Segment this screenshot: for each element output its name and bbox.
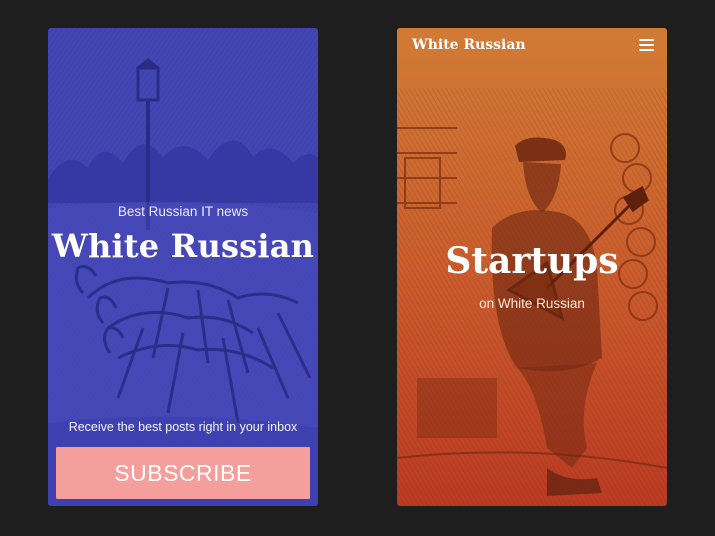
hamburger-menu-icon[interactable] [639,39,654,51]
subscribe-button[interactable]: SUBSCRIBE [56,447,310,499]
site-title: White Russian [51,227,315,265]
menu-bar [639,44,654,46]
category-subtitle: on White Russian [479,296,585,311]
category-screen: White Russian Startups on White Russian [397,28,667,506]
category-title: Startups [445,240,619,282]
menu-bar [639,39,654,41]
menu-bar [639,49,654,51]
brand-logo[interactable]: White Russian [412,37,526,53]
tagline: Best Russian IT news [117,204,249,219]
newsletter-promo-text: Receive the best posts right in your inb… [68,420,298,434]
troika-illustration [48,28,318,506]
landing-screen: Best Russian IT news White Russian Recei… [48,28,318,506]
